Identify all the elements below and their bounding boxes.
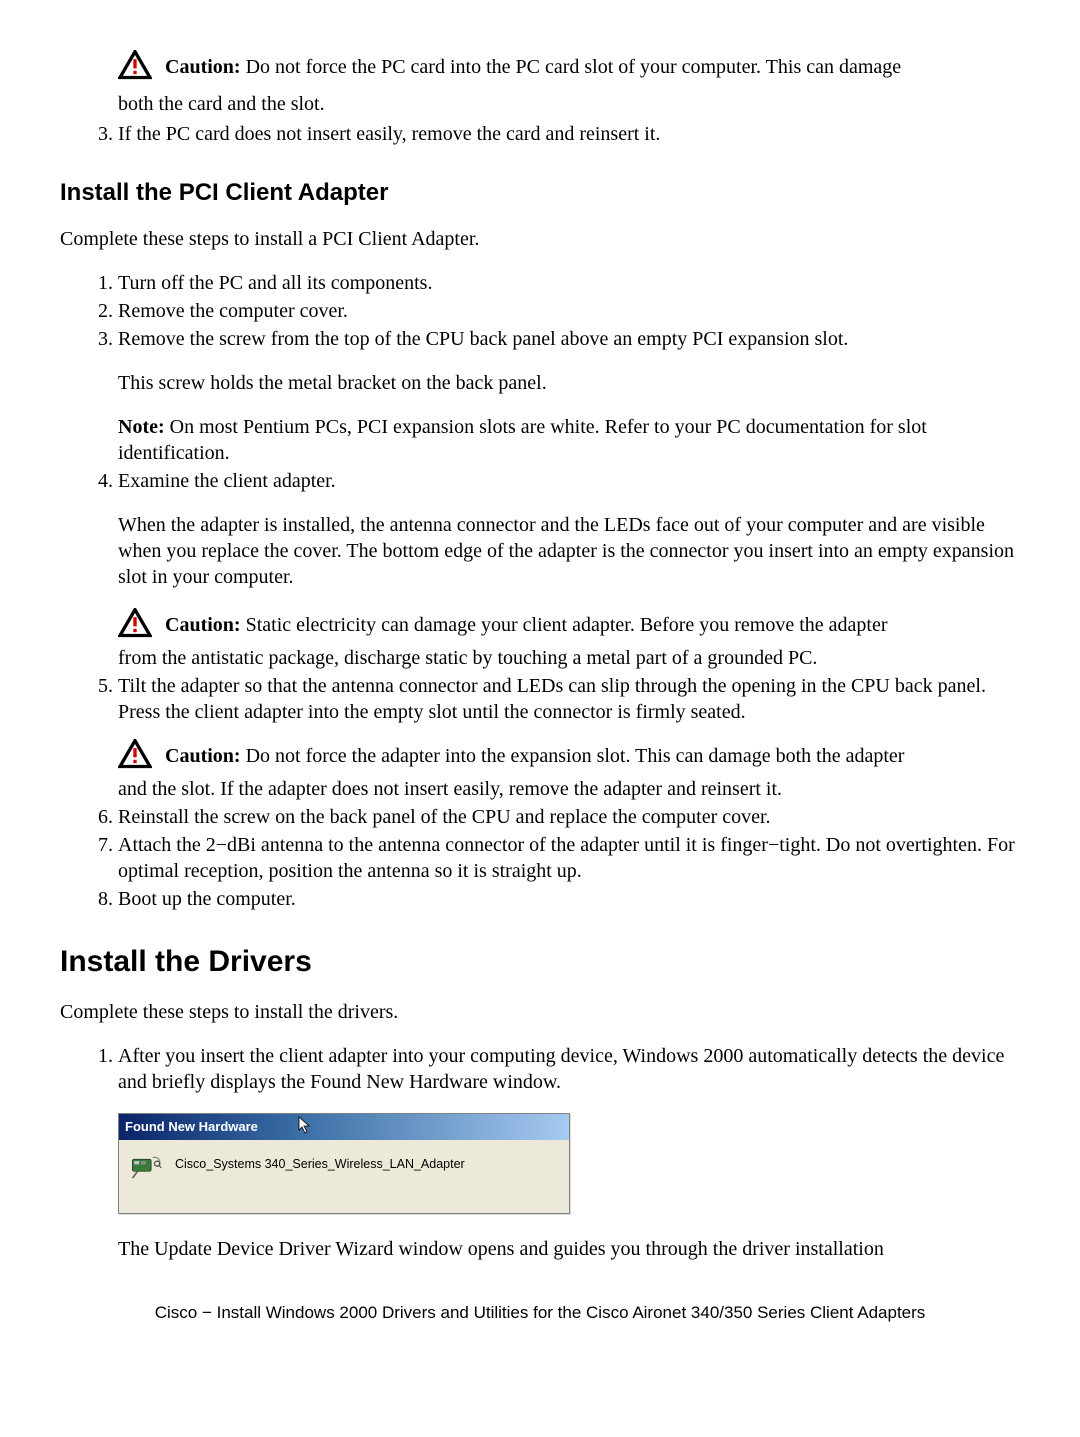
window-body: Cisco_Systems 340_Series_Wireless_LAN_Ad…	[119, 1140, 569, 1213]
note-label: Note:	[118, 416, 165, 438]
list-item: Turn off the PC and all its components.	[118, 270, 1020, 296]
top-ordered-list: If the PC card does not insert easily, r…	[60, 121, 1020, 147]
paragraph-pci-intro: Complete these steps to install a PCI Cl…	[60, 226, 1020, 252]
list-item: If the PC card does not insert easily, r…	[118, 121, 1020, 147]
list-item-note: Note: On most Pentium PCs, PCI expansion…	[118, 414, 1020, 466]
caution-icon	[118, 50, 152, 87]
heading-pci: Install the PCI Client Adapter	[60, 177, 1020, 208]
list-item: Remove the screw from the top of the CPU…	[118, 326, 1020, 466]
found-new-hardware-window: Found New Hardware	[118, 1113, 570, 1214]
drivers-ordered-list: After you insert the client adapter into…	[60, 1043, 1020, 1262]
paragraph-drivers-intro: Complete these steps to install the driv…	[60, 999, 1020, 1025]
pci-ordered-list: Turn off the PC and all its components. …	[60, 270, 1020, 912]
caution-continuation: and the slot. If the adapter does not in…	[118, 776, 1020, 802]
list-item: Examine the client adapter. When the ada…	[118, 468, 1020, 671]
caution-text: Caution: Static electricity can damage y…	[165, 614, 888, 636]
caution-continuation: from the antistatic package, discharge s…	[118, 645, 1020, 671]
caution-label: Caution:	[165, 56, 241, 78]
caution-icon	[118, 739, 152, 776]
list-item: After you insert the client adapter into…	[118, 1043, 1020, 1262]
list-item-para: When the adapter is installed, the anten…	[118, 512, 1020, 590]
list-item: Boot up the computer.	[118, 886, 1020, 912]
page-footer: Cisco − Install Windows 2000 Drivers and…	[60, 1302, 1020, 1324]
heading-drivers: Install the Drivers	[60, 942, 1020, 981]
list-item: Attach the 2−dBi antenna to the antenna …	[118, 832, 1020, 884]
list-item-after: The Update Device Driver Wizard window o…	[118, 1236, 1020, 1262]
window-body-text: Cisco_Systems 340_Series_Wireless_LAN_Ad…	[175, 1152, 465, 1172]
hardware-icon	[129, 1152, 163, 1187]
caution-block-1: Caution: Do not force the PC card into t…	[118, 50, 1020, 87]
cursor-icon	[298, 1116, 312, 1139]
caution-continuation: both the card and the slot.	[118, 91, 1020, 117]
list-item: Tilt the adapter so that the antenna con…	[118, 673, 1020, 802]
list-item: Remove the computer cover.	[118, 298, 1020, 324]
caution-label: Caution:	[165, 614, 241, 636]
caution-icon	[118, 608, 152, 645]
caution-text: Caution: Do not force the adapter into t…	[165, 745, 904, 767]
caution-label: Caution:	[165, 745, 241, 767]
window-title: Found New Hardware	[125, 1119, 258, 1136]
caution-text: Caution: Do not force the PC card into t…	[165, 56, 901, 78]
window-title-bar: Found New Hardware	[119, 1114, 569, 1140]
list-item: Reinstall the screw on the back panel of…	[118, 804, 1020, 830]
caution-block-3: Caution: Do not force the adapter into t…	[118, 739, 1020, 776]
list-item-para: This screw holds the metal bracket on th…	[118, 370, 1020, 396]
caution-block-2: Caution: Static electricity can damage y…	[118, 608, 1020, 645]
